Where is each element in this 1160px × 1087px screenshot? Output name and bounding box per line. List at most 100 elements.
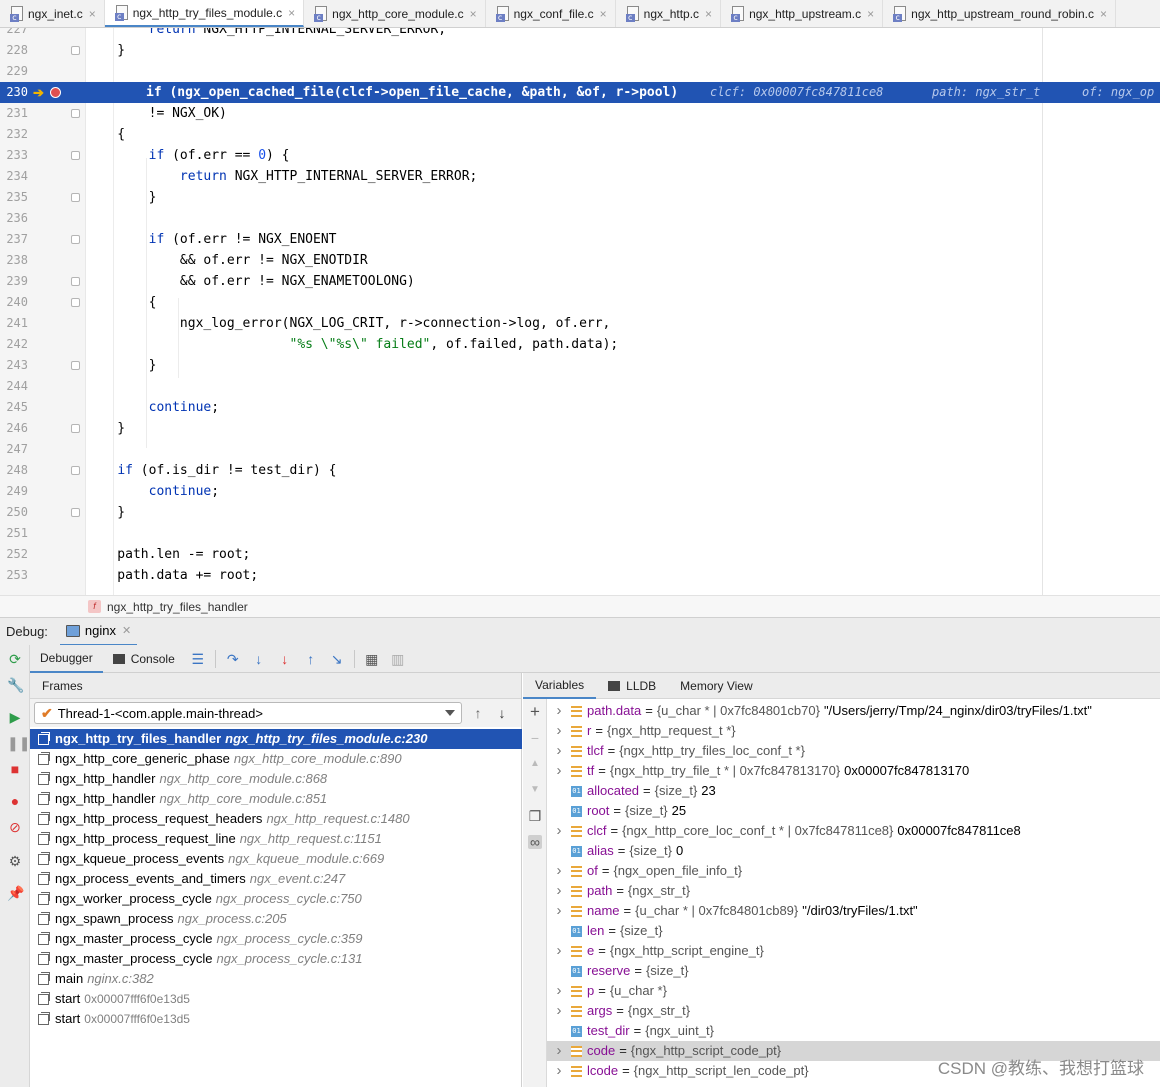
stop-icon[interactable]: ■: [7, 761, 23, 777]
tab-console[interactable]: Console: [103, 645, 185, 673]
chevron-right-icon[interactable]: ›: [553, 941, 565, 961]
line-number[interactable]: 247: [0, 439, 28, 460]
variable-row[interactable]: 01 len = {size_t}: [547, 921, 1160, 941]
view-breakpoints-icon[interactable]: ●: [7, 793, 23, 809]
settings-gear-icon[interactable]: ⚙: [7, 853, 23, 869]
frame-row[interactable]: start 0x00007fff6f0e13d5: [30, 989, 522, 1009]
line-number[interactable]: 253: [0, 565, 28, 586]
code-line[interactable]: [86, 439, 1160, 460]
code-line[interactable]: }: [86, 355, 1160, 376]
run-to-cursor-icon[interactable]: ↘: [328, 650, 346, 668]
fold-marker-icon[interactable]: [71, 46, 80, 55]
variable-row[interactable]: 01 alias = {size_t} 0: [547, 841, 1160, 861]
code-line[interactable]: {: [86, 124, 1160, 145]
frame-row[interactable]: ngx_http_handler ngx_http_core_module.c:8…: [30, 789, 522, 809]
close-tab-icon[interactable]: ×: [470, 7, 477, 21]
code-line[interactable]: if (of.err == 0) {: [86, 145, 1160, 166]
fold-marker-icon[interactable]: [71, 298, 80, 307]
code-line[interactable]: }: [86, 502, 1160, 523]
code-line[interactable]: && of.err != NGX_ENAMETOOLONG): [86, 271, 1160, 292]
code-line[interactable]: [86, 61, 1160, 82]
chevron-right-icon[interactable]: ›: [553, 881, 565, 901]
fold-marker-icon[interactable]: [71, 235, 80, 244]
trace-icon[interactable]: ▥: [389, 650, 407, 668]
frame-row[interactable]: ngx_http_try_files_handler ngx_http_try_f…: [30, 729, 522, 749]
fold-marker-icon[interactable]: [71, 466, 80, 475]
fold-marker-icon[interactable]: [71, 193, 80, 202]
editor-tab[interactable]: ngx_http.c ×: [616, 0, 722, 27]
pin-icon[interactable]: 📌: [7, 885, 24, 901]
fold-marker-icon[interactable]: [71, 151, 80, 160]
previous-frame-arrow-icon[interactable]: ↑: [468, 703, 488, 723]
breadcrumb[interactable]: f ngx_http_try_files_handler: [0, 595, 1160, 617]
variable-row[interactable]: › name = {u_char * | 0x7fc84801cb89} "/dir03…: [547, 901, 1160, 921]
code-line[interactable]: [86, 523, 1160, 544]
force-step-into-icon[interactable]: ↓: [276, 650, 294, 668]
frame-row[interactable]: ngx_kqueue_process_events ngx_kqueue_modu…: [30, 849, 522, 869]
line-number[interactable]: 228: [0, 40, 28, 61]
code-line[interactable]: && of.err != NGX_ENOTDIR: [86, 250, 1160, 271]
tab-debugger[interactable]: Debugger: [30, 645, 103, 673]
line-number[interactable]: 238: [0, 250, 28, 271]
code-line[interactable]: [86, 376, 1160, 397]
line-number[interactable]: 243: [0, 355, 28, 376]
code-line[interactable]: [86, 208, 1160, 229]
variable-row[interactable]: › args = {ngx_str_t}: [547, 1001, 1160, 1021]
fold-marker-icon[interactable]: [71, 508, 80, 517]
chevron-right-icon[interactable]: ›: [553, 761, 565, 781]
line-number[interactable]: 232: [0, 124, 28, 145]
step-into-icon[interactable]: ↓: [250, 650, 268, 668]
chevron-right-icon[interactable]: ›: [553, 1041, 565, 1061]
close-tab-icon[interactable]: ×: [89, 7, 96, 21]
variable-row[interactable]: 01 reserve = {size_t}: [547, 961, 1160, 981]
editor-tab[interactable]: ngx_http_upstream.c ×: [721, 0, 884, 27]
line-number[interactable]: 229: [0, 61, 28, 82]
copy-icon[interactable]: ❐: [528, 809, 542, 823]
code-line[interactable]: if (of.is_dir != test_dir) {: [86, 460, 1160, 481]
chevron-right-icon[interactable]: ›: [553, 981, 565, 1001]
line-number[interactable]: 252: [0, 544, 28, 565]
fold-marker-icon[interactable]: [71, 109, 80, 118]
code-line[interactable]: path.len -= root;: [86, 544, 1160, 565]
fold-marker-icon[interactable]: [71, 424, 80, 433]
line-number[interactable]: 245: [0, 397, 28, 418]
line-number[interactable]: 235: [0, 187, 28, 208]
code-line[interactable]: ngx_log_error(NGX_LOG_CRIT, r->connectio…: [86, 313, 1160, 334]
line-number[interactable]: 248: [0, 460, 28, 481]
line-number[interactable]: 241: [0, 313, 28, 334]
tab-lldb[interactable]: LLDB: [596, 673, 668, 699]
variable-row[interactable]: › p = {u_char *}: [547, 981, 1160, 1001]
move-down-icon[interactable]: ▼: [528, 783, 542, 797]
editor-tab[interactable]: ngx_inet.c ×: [0, 0, 105, 27]
wrench-icon[interactable]: 🔧: [7, 677, 24, 693]
variable-row[interactable]: › e = {ngx_http_script_engine_t}: [547, 941, 1160, 961]
frame-row[interactable]: ngx_http_process_request_headers ngx_http…: [30, 809, 522, 829]
variable-row[interactable]: 01 root = {size_t} 25: [547, 801, 1160, 821]
chevron-right-icon[interactable]: ›: [553, 741, 565, 761]
next-frame-arrow-icon[interactable]: ↓: [492, 703, 512, 723]
editor-tab[interactable]: ngx_http_upstream_round_robin.c ×: [883, 0, 1116, 27]
editor-tab[interactable]: ngx_conf_file.c ×: [486, 0, 616, 27]
variable-row[interactable]: 01 allocated = {size_t} 23: [547, 781, 1160, 801]
new-watch-icon[interactable]: +: [528, 703, 542, 720]
step-out-icon[interactable]: ↑: [302, 650, 320, 668]
code-line[interactable]: }: [86, 418, 1160, 439]
chevron-right-icon[interactable]: ›: [553, 1001, 565, 1021]
variable-row[interactable]: › clcf = {ngx_http_core_loc_conf_t * | 0x7f…: [547, 821, 1160, 841]
pause-icon[interactable]: ❚❚: [7, 735, 30, 751]
code-editor[interactable]: 227 228 229 231 232 233 234 235 236 237 238 239 240 2…: [0, 28, 1160, 595]
line-number[interactable]: 240: [0, 292, 28, 313]
variable-row[interactable]: › r = {ngx_http_request_t *}: [547, 721, 1160, 741]
close-tab-icon[interactable]: ×: [1100, 7, 1107, 21]
chevron-right-icon[interactable]: ›: [553, 701, 565, 721]
chevron-right-icon[interactable]: ›: [553, 721, 565, 741]
frame-row[interactable]: ngx_http_core_generic_phase ngx_http_core…: [30, 749, 522, 769]
line-number[interactable]: 227: [0, 28, 28, 40]
evaluate-expression-icon[interactable]: ▦: [363, 650, 381, 668]
frame-row[interactable]: main nginx.c:382: [30, 969, 522, 989]
code-line[interactable]: if (of.err != NGX_ENOENT: [86, 229, 1160, 250]
tab-memory-view[interactable]: Memory View: [668, 673, 764, 699]
close-tab-icon[interactable]: ×: [867, 7, 874, 21]
variable-row[interactable]: 01 test_dir = {ngx_uint_t}: [547, 1021, 1160, 1041]
frame-row[interactable]: ngx_spawn_process ngx_process.c:205: [30, 909, 522, 929]
